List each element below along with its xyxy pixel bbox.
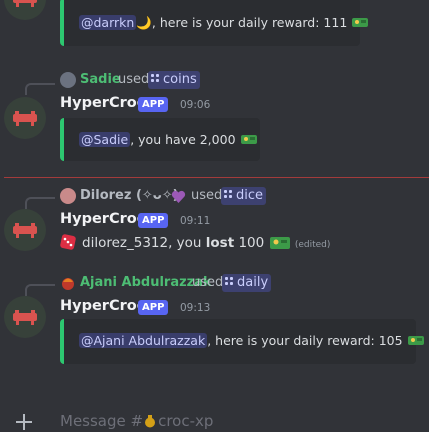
- money-bag-emoji: [143, 413, 157, 428]
- croc-logo-icon: [13, 310, 37, 325]
- command-chip[interactable]: daily: [222, 274, 272, 292]
- purple-heart-emoji: [171, 189, 186, 203]
- money-croc-emoji: [240, 132, 258, 146]
- new-messages-divider: [4, 177, 429, 178]
- reward-embed: @Ajani Abdulrazzak, here is your daily r…: [60, 319, 424, 364]
- timestamp[interactable]: 09:11: [180, 215, 210, 227]
- money-croc-emoji: [351, 15, 369, 29]
- croc-logo-icon: [13, 111, 37, 126]
- embed-text: @Ajani Abdulrazzak, here is your daily r…: [79, 333, 425, 348]
- command-chip[interactable]: dice: [221, 187, 267, 205]
- bot-username[interactable]: HyperCroc: [60, 95, 145, 111]
- reply-connector: [25, 284, 55, 296]
- dice-message: dilorez_5312, you lost 100 (edited): [60, 233, 330, 251]
- money-croc-emoji: [407, 333, 425, 347]
- app-badge: APP: [138, 97, 169, 112]
- reply-used-label: used: [191, 188, 223, 203]
- ajani-avatar[interactable]: [60, 275, 76, 291]
- dice-emoji: [60, 234, 76, 250]
- user-mention[interactable]: @Sadie: [79, 132, 131, 147]
- app-badge: APP: [138, 213, 169, 228]
- bot-username[interactable]: HyperCroc: [60, 298, 145, 314]
- slash-command-icon: [224, 190, 233, 199]
- slash-command-icon: [151, 74, 160, 83]
- money-croc-emoji: [269, 233, 291, 251]
- user-mention[interactable]: @darrkn: [79, 15, 137, 30]
- sadie-avatar[interactable]: [60, 72, 76, 88]
- message-input[interactable]: Message # croc-xp: [60, 412, 213, 430]
- edited-label[interactable]: (edited): [295, 240, 331, 250]
- reply-username[interactable]: Sadie: [80, 72, 121, 87]
- moon-emoji: 🌙: [136, 15, 152, 30]
- balance-embed: @Sadie, you have 2,000: [60, 118, 260, 161]
- user-mention[interactable]: @Ajani Abdulrazzak: [79, 333, 208, 348]
- plus-icon[interactable]: [14, 412, 34, 432]
- reply-used-label: used: [118, 72, 150, 87]
- command-chip[interactable]: coins: [148, 71, 200, 89]
- croc-logo-icon: [13, 223, 37, 238]
- timestamp[interactable]: 09:13: [180, 302, 210, 314]
- timestamp[interactable]: 09:06: [180, 99, 210, 111]
- embed-text: @Sadie, you have 2,000: [79, 132, 258, 147]
- croc-logo-icon: [13, 0, 37, 7]
- hypercroc-avatar[interactable]: [4, 97, 46, 139]
- message-composer[interactable]: Message # croc-xp: [0, 398, 429, 432]
- reply-connector: [25, 197, 55, 209]
- bot-username[interactable]: HyperCroc: [60, 211, 145, 227]
- embed-text: @darrkn 🌙, here is your daily reward: 111: [79, 15, 369, 31]
- reward-embed: @darrkn 🌙, here is your daily reward: 111: [60, 0, 369, 46]
- dilorez-avatar[interactable]: [60, 188, 76, 204]
- reply-connector: [25, 83, 55, 95]
- hypercroc-avatar[interactable]: [4, 209, 46, 251]
- reply-used-label: used: [192, 275, 224, 290]
- hypercroc-avatar[interactable]: [4, 0, 46, 20]
- slash-command-icon: [225, 277, 234, 286]
- app-badge: APP: [138, 300, 169, 315]
- hypercroc-avatar[interactable]: [4, 296, 46, 338]
- reply-username[interactable]: Dilorez (✧ᴗ✧): [80, 188, 179, 203]
